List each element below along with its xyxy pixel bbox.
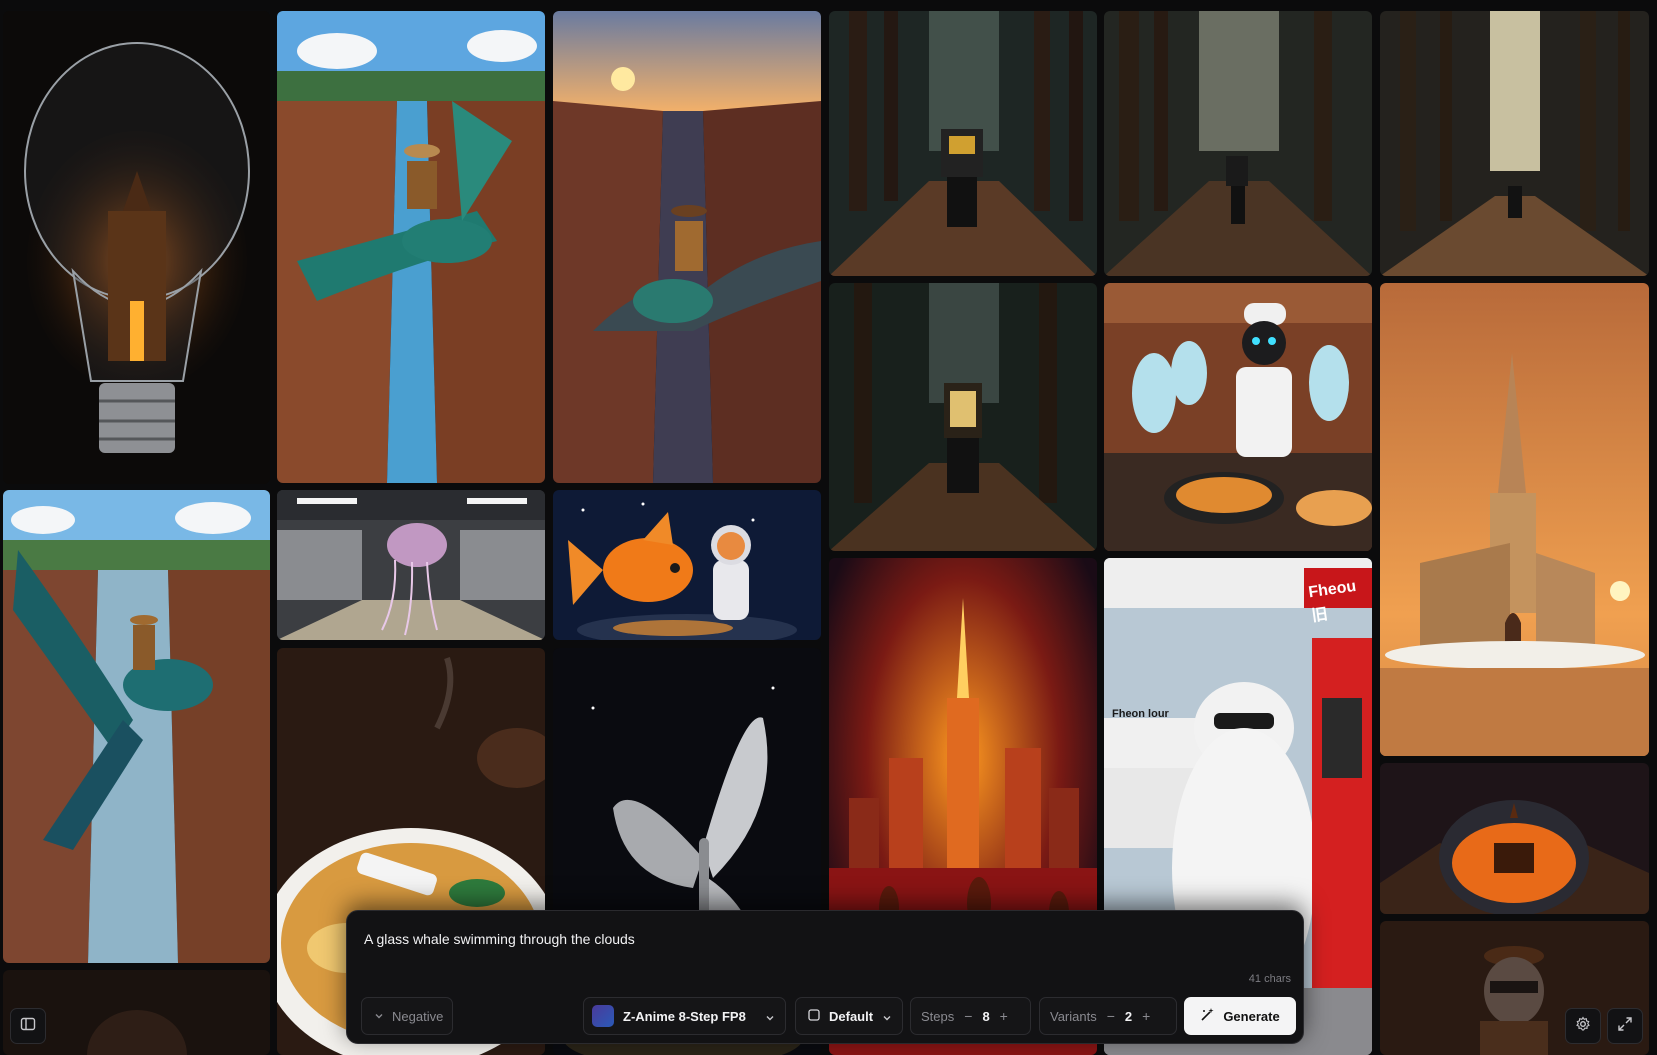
chevron-down-icon: [374, 1009, 384, 1024]
gallery-image-forest-payphone-3[interactable]: [1380, 11, 1649, 276]
variants-decrement-button[interactable]: −: [1101, 1008, 1121, 1024]
gallery-image-canyon-hummingbird-rider-2[interactable]: [553, 11, 821, 483]
preset-label: Default: [829, 1008, 874, 1024]
fullscreen-button[interactable]: [1607, 1008, 1643, 1044]
gallery-image-forest-payphone-4[interactable]: [829, 283, 1097, 551]
model-name: Z-Anime 8-Step FP8: [623, 1008, 746, 1024]
square-icon: [808, 1008, 820, 1024]
steps-stepper: Steps − 8 +: [910, 997, 1031, 1035]
gear-icon: [1575, 1016, 1591, 1037]
negative-prompt-toggle[interactable]: Negative: [361, 997, 453, 1035]
variants-stepper: Variants − 2 +: [1039, 997, 1177, 1035]
gallery-image-lightbulb-castle[interactable]: [3, 11, 270, 484]
negative-label: Negative: [392, 1008, 444, 1024]
preset-selector[interactable]: Default: [795, 997, 903, 1035]
steps-increment-button[interactable]: +: [994, 1008, 1014, 1024]
generate-button[interactable]: Generate: [1184, 997, 1296, 1035]
steps-label: Steps: [921, 1008, 955, 1024]
sidebar-toggle-button[interactable]: [10, 1008, 46, 1044]
gas-station-storefront-sign: Fheon lour: [1112, 708, 1169, 720]
model-selector[interactable]: Z-Anime 8-Step FP8: [583, 997, 786, 1035]
prompt-input[interactable]: A glass whale swimming through the cloud…: [364, 931, 635, 947]
gallery-image-canyon-hummingbird-rider-3[interactable]: [3, 490, 270, 963]
gallery-image-goldfish-astronaut-cat[interactable]: [553, 490, 821, 640]
generate-label: Generate: [1223, 1008, 1280, 1024]
chevron-down-icon: [882, 1011, 892, 1026]
prompt-char-count: 41 chars: [1248, 973, 1291, 985]
gallery-image-lava-castle-dome[interactable]: [1380, 763, 1649, 914]
gallery-image-forest-payphone-1[interactable]: [829, 11, 1097, 276]
chevron-down-icon: [765, 1011, 775, 1026]
variants-label: Variants: [1050, 1008, 1097, 1024]
gallery-image-robot-chef-ghosts[interactable]: [1104, 283, 1372, 551]
magic-wand-icon: [1200, 1007, 1215, 1025]
gallery-image-canyon-hummingbird-rider-1[interactable]: [277, 11, 545, 483]
model-avatar: [592, 1005, 614, 1027]
variants-increment-button[interactable]: +: [1136, 1008, 1156, 1024]
sidebar-panel-icon: [20, 1016, 36, 1037]
settings-button[interactable]: [1565, 1008, 1601, 1044]
steps-value[interactable]: 8: [978, 1009, 993, 1024]
expand-icon: [1617, 1016, 1633, 1037]
gallery-image-forest-payphone-2[interactable]: [1104, 11, 1372, 276]
prompt-panel: A glass whale swimming through the cloud…: [346, 910, 1304, 1044]
gallery-image-subway-jellyfish[interactable]: [277, 490, 545, 640]
gas-station-sign: Fheou 旧: [1307, 577, 1358, 626]
gallery-image-desert-sand-church[interactable]: [1380, 283, 1649, 756]
steps-decrement-button[interactable]: −: [958, 1008, 978, 1024]
variants-value[interactable]: 2: [1121, 1009, 1136, 1024]
